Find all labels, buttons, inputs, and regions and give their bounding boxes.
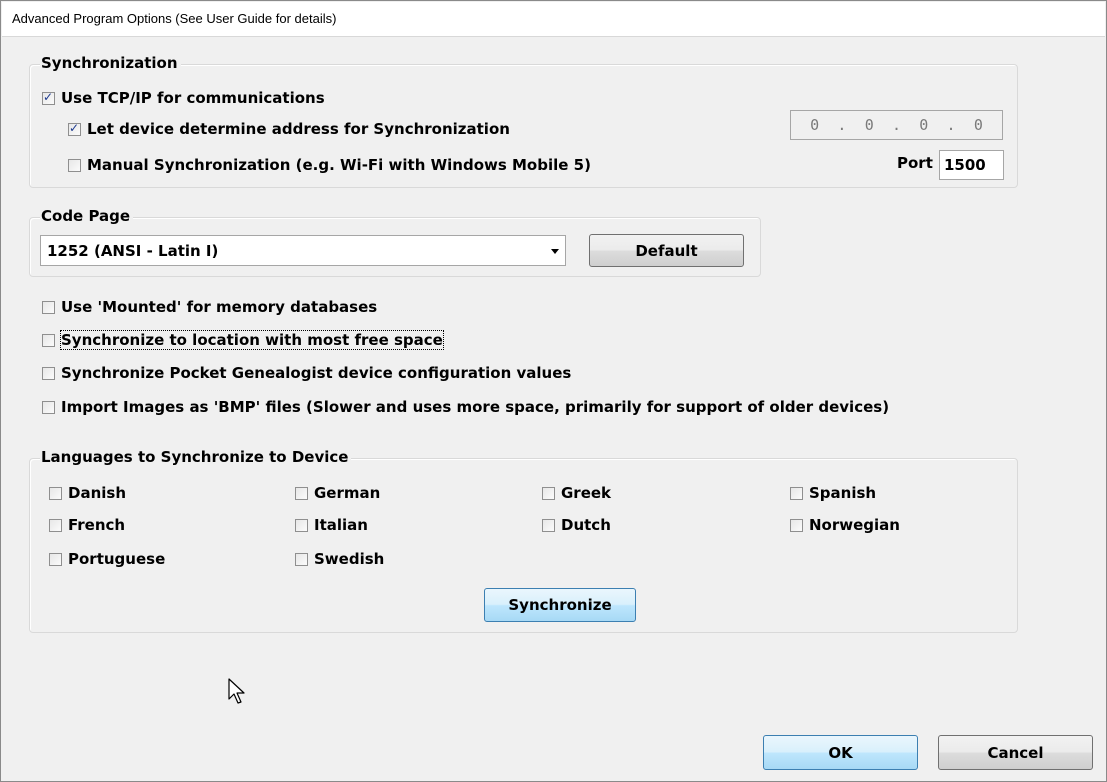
code-page-dropdown[interactable]: 1252 (ANSI - Latin I) [40, 235, 566, 266]
code-page-selected: 1252 (ANSI - Latin I) [47, 242, 219, 260]
synchronize-button[interactable]: Synchronize [484, 588, 636, 622]
language-label: Portuguese [68, 550, 166, 568]
language-label: Swedish [314, 550, 385, 568]
language-checkbox-greek[interactable]: Greek [542, 484, 611, 502]
language-label: Danish [68, 484, 127, 502]
language-label: Spanish [809, 484, 877, 502]
ip-address-field: 0 . 0 . 0 . 0 [790, 110, 1003, 140]
most-free-space-label: Synchronize to location with most free s… [60, 330, 444, 350]
device-config-label: Synchronize Pocket Genealogist device co… [61, 364, 572, 382]
checkbox-icon [49, 486, 62, 500]
language-checkbox-danish[interactable]: Danish [49, 484, 126, 502]
use-tcpip-label: Use TCP/IP for communications [61, 89, 325, 107]
language-checkbox-norwegian[interactable]: Norwegian [790, 516, 900, 534]
ok-button[interactable]: OK [763, 735, 918, 770]
let-device-checkbox[interactable]: Let device determine address for Synchro… [68, 120, 510, 138]
dialog-window: Advanced Program Options (See User Guide… [0, 0, 1107, 782]
language-label: Greek [561, 484, 612, 502]
manual-sync-checkbox[interactable]: Manual Synchronization (e.g. Wi-Fi with … [68, 156, 591, 174]
ip-octet-4: 0 [973, 116, 983, 134]
checkbox-icon [542, 486, 555, 500]
ip-separator: . [946, 116, 956, 134]
language-checkbox-portuguese[interactable]: Portuguese [49, 550, 165, 568]
checkbox-icon [42, 300, 55, 314]
port-label: Port [897, 154, 933, 172]
manual-sync-label: Manual Synchronization (e.g. Wi-Fi with … [87, 156, 591, 174]
ip-octet-3: 0 [919, 116, 929, 134]
checkbox-icon [42, 90, 55, 105]
checkbox-icon [68, 121, 81, 136]
language-checkbox-french[interactable]: French [49, 516, 125, 534]
language-label: Norwegian [809, 516, 900, 534]
language-checkbox-swedish[interactable]: Swedish [295, 550, 384, 568]
language-checkbox-spanish[interactable]: Spanish [790, 484, 876, 502]
checkbox-icon [542, 518, 555, 532]
language-label: Dutch [561, 516, 611, 534]
ip-separator: . [837, 116, 847, 134]
checkbox-icon [49, 518, 62, 532]
title-bar: Advanced Program Options (See User Guide… [2, 2, 1105, 37]
most-free-space-checkbox[interactable]: Synchronize to location with most free s… [42, 330, 444, 350]
language-label: Italian [314, 516, 368, 534]
import-bmp-checkbox[interactable]: Import Images as 'BMP' files (Slower and… [42, 398, 889, 416]
language-checkbox-dutch[interactable]: Dutch [542, 516, 611, 534]
dropdown-arrow-icon[interactable] [551, 249, 559, 254]
language-checkbox-italian[interactable]: Italian [295, 516, 368, 534]
code-page-legend: Code Page [40, 207, 134, 225]
mouse-cursor-icon [228, 678, 245, 704]
use-mounted-checkbox[interactable]: Use 'Mounted' for memory databases [42, 298, 377, 316]
let-device-label: Let device determine address for Synchro… [87, 120, 510, 138]
ip-octet-2: 0 [864, 116, 874, 134]
use-mounted-label: Use 'Mounted' for memory databases [61, 298, 378, 316]
language-checkbox-german[interactable]: German [295, 484, 380, 502]
checkbox-icon [295, 486, 308, 500]
window-title: Advanced Program Options (See User Guide… [12, 11, 337, 26]
language-label: German [314, 484, 381, 502]
checkbox-icon [790, 518, 803, 532]
language-label: French [68, 516, 126, 534]
synchronization-legend: Synchronization [40, 54, 181, 72]
languages-legend: Languages to Synchronize to Device [40, 448, 352, 466]
port-input[interactable]: 1500 [939, 150, 1004, 180]
import-bmp-label: Import Images as 'BMP' files (Slower and… [61, 398, 890, 416]
checkbox-icon [42, 333, 55, 347]
checkbox-icon [42, 400, 55, 414]
checkbox-icon [295, 518, 308, 532]
ip-separator: . [891, 116, 901, 134]
checkbox-icon [68, 158, 81, 172]
ip-octet-1: 0 [810, 116, 820, 134]
use-tcpip-checkbox[interactable]: Use TCP/IP for communications [42, 89, 325, 107]
device-config-checkbox[interactable]: Synchronize Pocket Genealogist device co… [42, 364, 571, 382]
checkbox-icon [42, 366, 55, 380]
cancel-button[interactable]: Cancel [938, 735, 1093, 770]
checkbox-icon [295, 552, 308, 566]
checkbox-icon [49, 552, 62, 566]
default-button[interactable]: Default [589, 234, 744, 267]
checkbox-icon [790, 486, 803, 500]
